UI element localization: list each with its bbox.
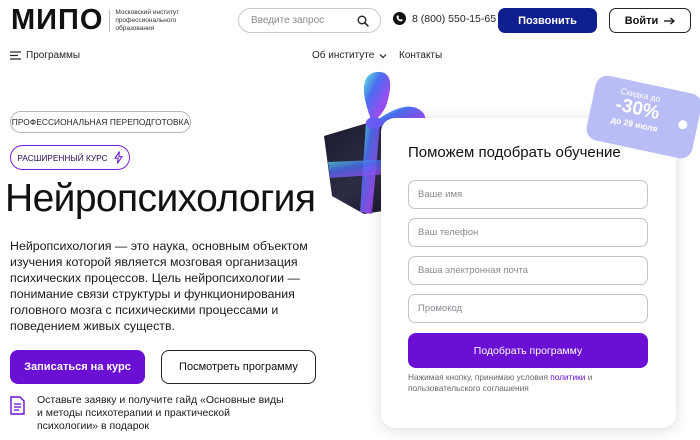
search-icon[interactable] xyxy=(357,15,369,27)
logo-wordmark: МИПО xyxy=(11,4,104,36)
name-field[interactable] xyxy=(408,180,648,209)
nav-contacts[interactable]: Контакты xyxy=(399,50,442,61)
form-title: Поможем подобрать обучение xyxy=(408,144,621,161)
guide-offer: Оставьте заявку и получите гайд «Основны… xyxy=(10,394,287,433)
enroll-button[interactable]: Записаться на курс xyxy=(10,350,145,384)
call-button[interactable]: Позвонить xyxy=(498,8,597,33)
course-description: Нейропсихология — это наука, основным об… xyxy=(10,239,308,333)
tag-extended-label: РАСШИРЕННЫЙ КУРС xyxy=(17,152,108,163)
page-title: Нейропсихология xyxy=(5,177,316,220)
tag-extended-course: РАСШИРЕННЫЙ КУРС xyxy=(10,145,130,170)
chevron-down-icon xyxy=(379,53,387,58)
search-box[interactable] xyxy=(238,8,381,33)
phone-field[interactable] xyxy=(408,218,648,247)
guide-text: Оставьте заявку и получите гайд «Основны… xyxy=(37,394,284,432)
nav-about-label: Об институте xyxy=(312,50,375,61)
nav-about[interactable]: Об институте xyxy=(312,50,387,61)
nav-programs[interactable]: Программы xyxy=(10,50,80,61)
document-icon xyxy=(10,396,25,415)
phone-icon xyxy=(393,12,406,25)
logo[interactable]: МИПО Московский институт профессионально… xyxy=(11,6,205,35)
submit-button[interactable]: Подобрать программу xyxy=(408,333,648,368)
menu-icon xyxy=(10,51,21,60)
email-field[interactable] xyxy=(408,256,648,285)
logo-divider xyxy=(109,9,111,32)
login-label: Войти xyxy=(624,14,659,27)
phone-number: 8 (800) 550-15-65 xyxy=(412,12,497,25)
tag-hole xyxy=(677,119,689,131)
consent-prefix: Нажимая кнопку, принимаю условия xyxy=(408,372,551,382)
promo-code-field[interactable] xyxy=(408,294,648,323)
nav-programs-label: Программы xyxy=(26,50,81,61)
tag-professional-retraining: ПРОФЕССИОНАЛЬНАЯ ПЕРЕПОДГОТОВКА xyxy=(10,111,191,133)
login-button[interactable]: Войти xyxy=(609,8,691,33)
consent-text: Нажимая кнопку, принимаю условия политик… xyxy=(408,372,648,393)
arrow-right-icon xyxy=(664,17,676,24)
search-input[interactable] xyxy=(251,15,351,26)
phone-link[interactable]: 8 (800) 550-15-65 xyxy=(393,12,496,25)
lead-form-card: Поможем подобрать обучение Подобрать про… xyxy=(381,118,676,428)
view-program-button[interactable]: Посмотреть программу xyxy=(161,350,316,384)
logo-subtitle: Московский институт профессионального об… xyxy=(115,8,180,32)
privacy-policy-link[interactable]: политики xyxy=(550,372,585,382)
lightning-icon xyxy=(113,151,123,164)
